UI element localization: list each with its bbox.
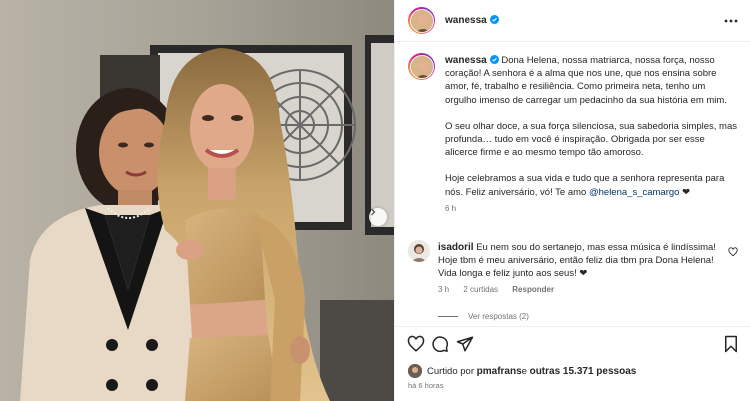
likes-others-count[interactable]: outras 15.371 pessoas <box>530 366 637 377</box>
post-details-panel: wanessa wanessa Dona Helena, nossa matri… <box>394 0 750 401</box>
avatar-image <box>408 364 422 378</box>
author-username-text[interactable]: wanessa <box>445 15 487 26</box>
chevron-right-icon <box>371 208 376 216</box>
avatar-image <box>410 55 433 78</box>
comment-text: isadoril Eu nem sou do sertanejo, mas es… <box>438 241 723 281</box>
photo-illustration <box>0 0 394 401</box>
comment-timestamp[interactable]: 3 h <box>438 285 449 294</box>
instagram-post-view: wanessa wanessa Dona Helena, nossa matri… <box>0 0 750 401</box>
post-time-ago[interactable]: há 6 horas <box>408 381 443 390</box>
liker-username[interactable]: pmafrans <box>477 366 522 377</box>
likes-summary: Curtido por pmafrans e outras 15.371 pes… <box>408 364 636 378</box>
caption-paragraph-3: Hoje celebramos a sua vida e tudo que a … <box>445 172 737 198</box>
caption-timestamp[interactable]: 6 h <box>445 202 737 215</box>
commenter-avatar[interactable] <box>408 240 430 262</box>
save-bookmark-icon[interactable] <box>723 335 739 353</box>
caption-p1-text: Dona Helena, nossa matriarca, nossa forç… <box>445 55 727 106</box>
comment-like-heart-icon[interactable] <box>728 247 738 257</box>
caption-paragraph-1: wanessa Dona Helena, nossa matriarca, no… <box>445 54 737 107</box>
comment-body: Eu nem sou do sertanejo, mas essa música… <box>438 242 716 280</box>
caption-paragraph-2: O seu olhar doce, a sua força silenciosa… <box>445 120 738 159</box>
caption-username[interactable]: wanessa <box>445 55 487 66</box>
post-actions-section: Curtido por pmafrans e outras 15.371 pes… <box>395 326 750 401</box>
liked-by-prefix: Curtido por <box>427 365 474 377</box>
like-heart-icon[interactable] <box>407 335 425 353</box>
mention-link[interactable]: @helena_s_camargo <box>589 187 679 198</box>
avatar-image <box>408 240 430 262</box>
comment-meta: 3 h 2 curtidas Responder <box>438 285 566 294</box>
replies-divider-line <box>438 316 458 317</box>
verified-badge-icon <box>489 15 499 24</box>
next-photo-button[interactable] <box>369 208 387 226</box>
author-avatar[interactable] <box>408 7 435 34</box>
post-photo[interactable] <box>0 0 394 401</box>
post-header: wanessa <box>395 0 750 42</box>
verified-badge-icon <box>489 55 499 64</box>
view-replies-label[interactable]: Ver respostas (2) <box>468 312 529 321</box>
more-options-icon[interactable] <box>724 14 738 28</box>
heart-emoji: ❤ <box>679 186 691 198</box>
author-username[interactable]: wanessa <box>445 15 499 26</box>
avatar-image <box>410 9 433 32</box>
reply-button[interactable]: Responder <box>512 285 554 294</box>
caption-author-avatar[interactable] <box>408 53 435 80</box>
comment-likes-count[interactable]: 2 curtidas <box>463 285 498 294</box>
caption-text: wanessa Dona Helena, nossa matriarca, no… <box>445 54 737 215</box>
liker-avatar[interactable] <box>408 364 422 378</box>
comment-icon[interactable] <box>431 335 449 353</box>
liked-by-conjunction: e <box>521 365 527 377</box>
view-replies-button[interactable]: Ver respostas (2) <box>438 312 529 321</box>
commenter-username[interactable]: isadoril <box>438 242 474 253</box>
share-send-icon[interactable] <box>456 335 474 353</box>
